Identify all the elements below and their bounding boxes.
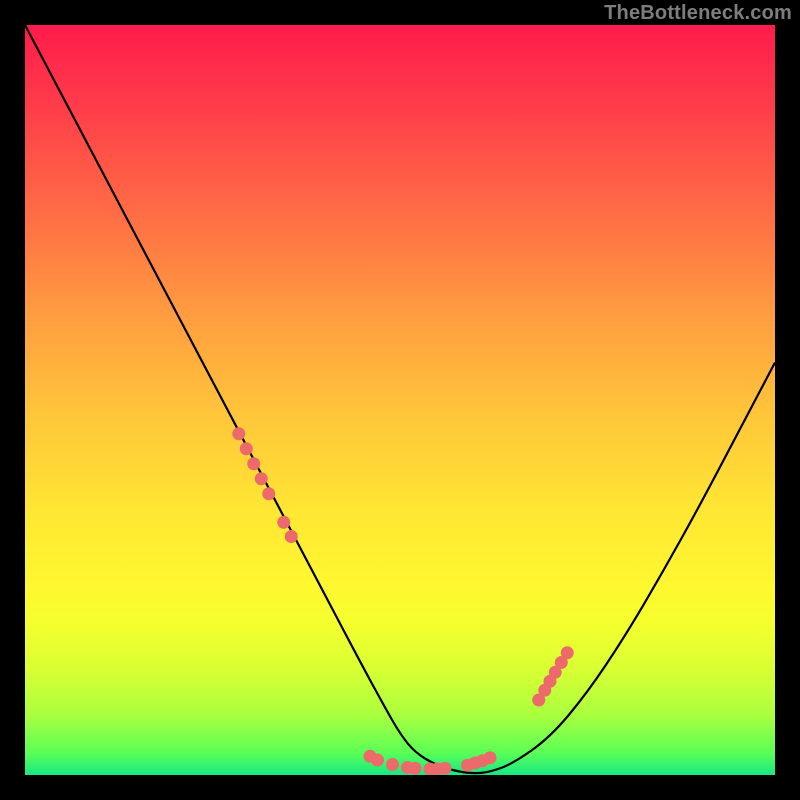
curve-marker bbox=[561, 646, 574, 659]
curve-marker bbox=[484, 751, 497, 764]
curve-marker bbox=[386, 758, 399, 771]
watermark-text: TheBottleneck.com bbox=[604, 2, 792, 25]
curve-marker bbox=[232, 427, 245, 440]
curve-marker bbox=[371, 754, 384, 767]
bottleneck-curve-line bbox=[25, 25, 775, 773]
curve-marker bbox=[439, 762, 452, 775]
curve-marker bbox=[285, 530, 298, 543]
curve-marker bbox=[262, 487, 275, 500]
chart-frame bbox=[25, 25, 775, 775]
curve-marker bbox=[255, 472, 268, 485]
curve-markers-group bbox=[232, 427, 574, 775]
curve-marker bbox=[247, 457, 260, 470]
curve-marker bbox=[277, 516, 290, 529]
curve-marker bbox=[240, 442, 253, 455]
chart-svg bbox=[25, 25, 775, 775]
curve-marker bbox=[409, 762, 422, 775]
